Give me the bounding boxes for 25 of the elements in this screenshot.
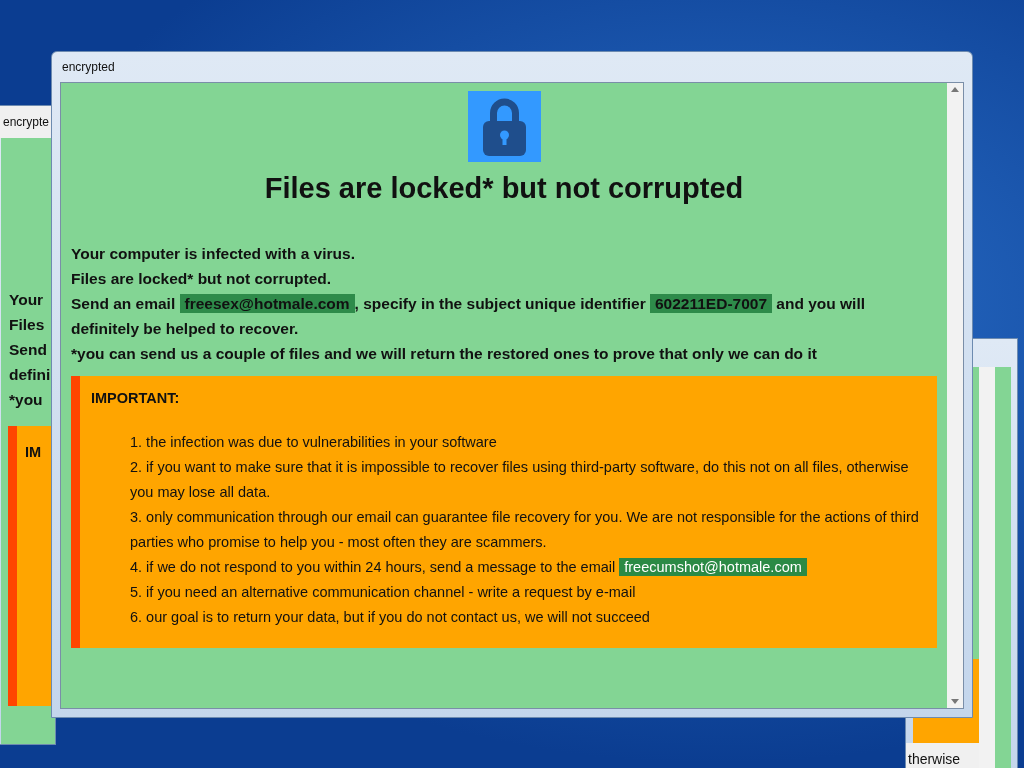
message-text: Send [9, 341, 47, 359]
window-title: encrypted [62, 60, 115, 74]
list-item: 3. only communication through our email can guarantee file recovery for you. We are not responsible for the actions of third parties who promise to help you - most often they are scammers. [130, 508, 920, 552]
list-item: 2. if you want to make sure that it is impossible to recover files using third-party software, do this not on all files, otherwise you may lose all data. [130, 458, 910, 502]
message-text: Your [9, 291, 44, 309]
scrollbar[interactable] [979, 367, 995, 768]
message-text: *you can send us a couple of files and we will return the restored ones to prove that only we can do it [71, 344, 818, 364]
message-text: Your computer is infected with a virus. [71, 244, 356, 264]
headline: Files are locked* but not corrupted [263, 172, 745, 205]
message-text: defini [9, 366, 51, 384]
list-item: 1. the infection was due to vulnerabilities in your software [130, 433, 498, 452]
message-text: Files are locked* but not corrupted. [71, 269, 333, 289]
list-item: 4. if we do not respond to you within 24 hours, send a message to the email freecumshot@hotmale.com [130, 555, 927, 580]
scrollbar[interactable] [947, 83, 963, 708]
scroll-down-icon[interactable] [951, 699, 959, 704]
notice-heading: IMPORTANT: [91, 390, 181, 406]
list-item: 6. our goal is to return your data, but if you do not contact us, we will not succeed [130, 608, 651, 627]
notice-text: therwise [908, 751, 961, 767]
message-text: Files [9, 316, 45, 334]
padlock-icon [467, 91, 541, 162]
notice-heading: IM [25, 444, 42, 460]
message-text: Send an email freesex@hotmale.com , specify in the subject unique identifier 602211ED-7007 and you will definitely be helped to recover. [71, 293, 867, 339]
message-text: *you [9, 391, 43, 409]
list-item: 5. if you need an alternative communication channel - write a request by e-mail [130, 583, 637, 602]
scroll-up-icon[interactable] [951, 87, 959, 92]
